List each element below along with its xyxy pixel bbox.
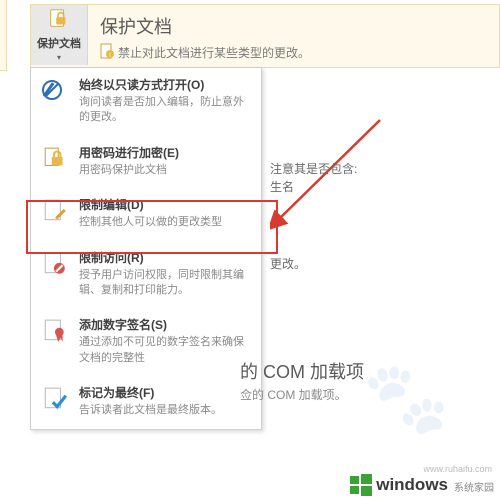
ribbon-icon	[39, 316, 71, 366]
menu-item-restrict-edit[interactable]: 限制编辑(D) 控制其他人可以做的更改类型	[31, 188, 261, 240]
protect-document-button[interactable]: 保护文档 ▾	[31, 5, 88, 65]
menu-item-title: 限制访问(R)	[79, 249, 253, 266]
menu-item-title: 用密码进行加密(E)	[79, 144, 253, 161]
bg-text-3: 更改。	[270, 255, 306, 272]
protect-document-banner: 保护文档 ▾ 保护文档 ! 禁止对此文档进行某些类型的更改。	[30, 4, 500, 68]
background-watermark-icon: 🐾	[363, 358, 450, 440]
menu-item-desc: 通过添加不可见的数字签名来确保文档的完整性	[79, 335, 253, 366]
menu-item-desc: 询问读者是否加入编辑，防止意外的更改。	[79, 95, 253, 126]
lock-icon	[48, 8, 70, 33]
windows-logo-icon	[350, 474, 372, 496]
site-watermark: windows 系统家园	[350, 474, 494, 496]
menu-item-desc: 授予用户访问权限，同时限制其编辑、复制和打印能力。	[79, 268, 253, 299]
banner-title: 保护文档	[100, 13, 310, 39]
com-addin-title: 的 COM 加载项	[240, 358, 364, 384]
menu-item-restrict-access[interactable]: 限制访问(R) 授予用户访问权限，同时限制其编辑、复制和打印能力。	[31, 241, 261, 309]
menu-item-title: 始终以只读方式打开(O)	[79, 76, 253, 93]
menu-item-mark-final[interactable]: 标记为最终(F) 告诉读者此文档是最终版本。	[31, 376, 261, 428]
com-addin-sub: 佥的 COM 加载项。	[240, 386, 347, 403]
menu-item-desc: 告诉读者此文档是最终版本。	[79, 403, 253, 418]
lock-icon	[39, 144, 71, 178]
menu-item-desc: 用密码保护此文档	[79, 163, 253, 178]
watermark-sub: 系统家园	[454, 479, 494, 496]
pencil-prohibit-icon	[39, 76, 71, 126]
document-pencil-icon	[39, 196, 71, 230]
menu-item-signature[interactable]: 添加数字签名(S) 通过添加不可见的数字签名来确保文档的完整性	[31, 308, 261, 376]
bg-text-1: 注意其是否包含:	[270, 160, 357, 177]
document-check-icon	[39, 384, 71, 418]
menu-item-title: 限制编辑(D)	[79, 196, 253, 213]
protect-document-menu: 始终以只读方式打开(O) 询问读者是否加入编辑，防止意外的更改。 用密码进行加密…	[30, 67, 262, 430]
menu-item-readonly[interactable]: 始终以只读方式打开(O) 询问读者是否加入编辑，防止意外的更改。	[31, 68, 261, 136]
chevron-down-icon: ▾	[57, 53, 61, 62]
menu-item-title: 标记为最终(F)	[79, 384, 253, 401]
document-alert-icon: !	[100, 43, 114, 62]
bg-text-2: 生名	[270, 178, 294, 195]
menu-item-encrypt[interactable]: 用密码进行加密(E) 用密码保护此文档	[31, 136, 261, 188]
banner-subtitle: 禁止对此文档进行某些类型的更改。	[118, 44, 310, 61]
menu-item-desc: 控制其他人可以做的更改类型	[79, 215, 253, 230]
menu-item-title: 添加数字签名(S)	[79, 316, 253, 333]
watermark-url: www.ruhaifu.com	[423, 464, 492, 474]
watermark-text: windows	[376, 475, 448, 495]
protect-button-label: 保护文档	[37, 35, 81, 51]
document-badge-icon	[39, 249, 71, 299]
